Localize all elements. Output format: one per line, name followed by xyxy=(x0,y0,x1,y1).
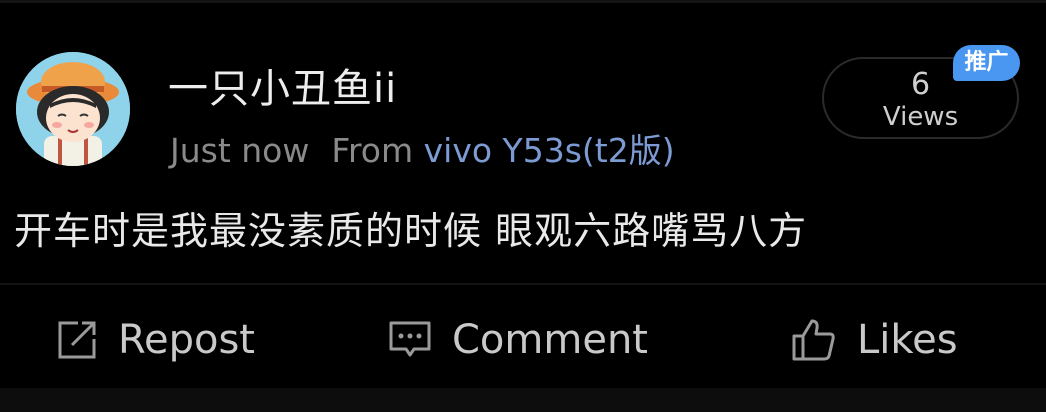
action-divider xyxy=(0,283,1046,285)
post-meta: Just now From vivo Y53s(t2版) xyxy=(170,124,675,172)
likes-label: Likes xyxy=(857,317,958,363)
comment-icon xyxy=(388,320,432,360)
device-source-link[interactable]: vivo Y53s(t2版) xyxy=(424,131,675,170)
likes-button[interactable]: Likes xyxy=(791,314,958,366)
repost-icon xyxy=(56,319,98,361)
top-divider xyxy=(0,0,1046,3)
views-label: Views xyxy=(882,102,959,132)
promo-badge: 推广 xyxy=(953,45,1020,81)
avatar-cartoon-girl-icon xyxy=(16,52,130,166)
weibo-post-card: 一只小丑鱼ii Just now From vivo Y53s(t2版) 6 Vi… xyxy=(0,0,1046,412)
post-text: 开车时是我最没素质的时候 眼观六路嘴骂八方 xyxy=(14,209,808,253)
bottom-bar xyxy=(0,388,1046,412)
comment-label: Comment xyxy=(452,317,648,363)
from-prefix: From xyxy=(331,131,414,170)
repost-button[interactable]: Repost xyxy=(56,314,255,366)
repost-label: Repost xyxy=(118,317,255,363)
thumbs-up-icon xyxy=(791,318,837,362)
comment-button[interactable]: Comment xyxy=(388,314,648,366)
username[interactable]: 一只小丑鱼ii xyxy=(168,56,397,114)
post-time: Just now xyxy=(170,131,310,170)
avatar[interactable] xyxy=(16,52,130,166)
